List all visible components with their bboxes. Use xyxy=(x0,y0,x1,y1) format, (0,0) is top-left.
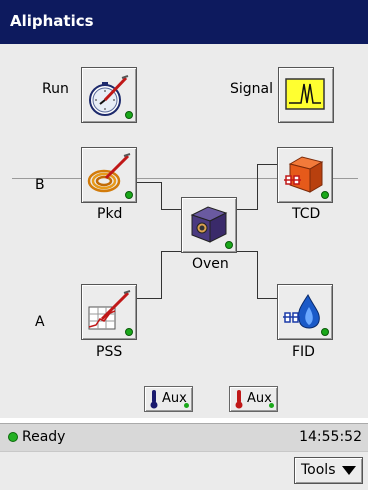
fid-flame-icon xyxy=(283,294,320,329)
instrument-window: Aliphatics Run Signal B A Pkd Oven TCD P… xyxy=(0,0,368,490)
tcd-label: TCD xyxy=(292,206,321,222)
tcd-status-dot xyxy=(321,191,329,199)
oven-status-dot xyxy=(225,241,233,249)
tcd-detector-icon xyxy=(284,156,324,193)
connector-line xyxy=(257,164,277,165)
connector-line xyxy=(257,298,277,299)
ready-status-icon xyxy=(8,432,18,442)
oven-button[interactable] xyxy=(181,197,237,253)
pkd-label: Pkd xyxy=(97,206,123,222)
signal-button[interactable] xyxy=(278,67,334,123)
bottom-toolbar: Tools xyxy=(0,451,368,490)
fid-detector-button[interactable] xyxy=(277,284,333,340)
run-status-dot xyxy=(125,111,133,119)
connector-line xyxy=(161,251,162,299)
aux-red-button[interactable]: Aux xyxy=(229,386,278,412)
oven-label: Oven xyxy=(192,256,229,272)
pss-inlet-button[interactable] xyxy=(81,284,137,340)
run-label: Run xyxy=(42,81,69,97)
packed-inlet-icon xyxy=(87,153,131,193)
thermometer-red-icon xyxy=(235,390,243,409)
aux-blue-status-dot xyxy=(184,403,189,408)
pss-status-dot xyxy=(125,328,133,336)
connector-line xyxy=(257,251,258,299)
pss-label: PSS xyxy=(96,344,123,360)
front-label: B xyxy=(35,177,45,193)
aux-red-status-dot xyxy=(269,403,274,408)
connector-line xyxy=(137,182,162,183)
aux-blue-button[interactable]: Aux xyxy=(144,386,193,412)
tools-menu-button[interactable]: Tools xyxy=(294,457,363,484)
chromatogram-signal-icon xyxy=(285,78,325,110)
connector-line xyxy=(161,182,162,210)
connector-line xyxy=(237,209,258,210)
connector-line xyxy=(137,298,162,299)
connector-line xyxy=(161,209,181,210)
stopwatch-icon xyxy=(89,75,129,116)
thermometer-blue-icon xyxy=(150,390,158,409)
run-button[interactable] xyxy=(81,67,137,123)
connector-line xyxy=(161,251,181,252)
pkd-status-dot xyxy=(125,191,133,199)
back-label: A xyxy=(35,314,45,330)
tools-label: Tools xyxy=(301,462,336,478)
chevron-down-icon xyxy=(342,466,356,475)
oven-cube-icon xyxy=(190,206,228,243)
clock-time: 14:55:52 xyxy=(299,429,362,445)
connector-line xyxy=(257,164,258,210)
tcd-detector-button[interactable] xyxy=(277,147,333,203)
fid-status-dot xyxy=(321,328,329,336)
signal-label: Signal xyxy=(230,81,274,97)
title-bar: Aliphatics xyxy=(0,0,368,44)
fid-label: FID xyxy=(292,344,315,360)
connector-line xyxy=(237,251,258,252)
aux-red-label: Aux xyxy=(247,391,272,406)
pss-inlet-icon xyxy=(88,290,131,330)
pkd-inlet-button[interactable] xyxy=(81,147,137,203)
status-bar: Ready 14:55:52 xyxy=(0,423,368,452)
aux-blue-label: Aux xyxy=(162,391,187,406)
window-title: Aliphatics xyxy=(10,12,94,30)
status-text: Ready xyxy=(22,429,66,445)
instrument-panel: Run Signal B A Pkd Oven TCD PSS FID Aux … xyxy=(0,44,368,418)
